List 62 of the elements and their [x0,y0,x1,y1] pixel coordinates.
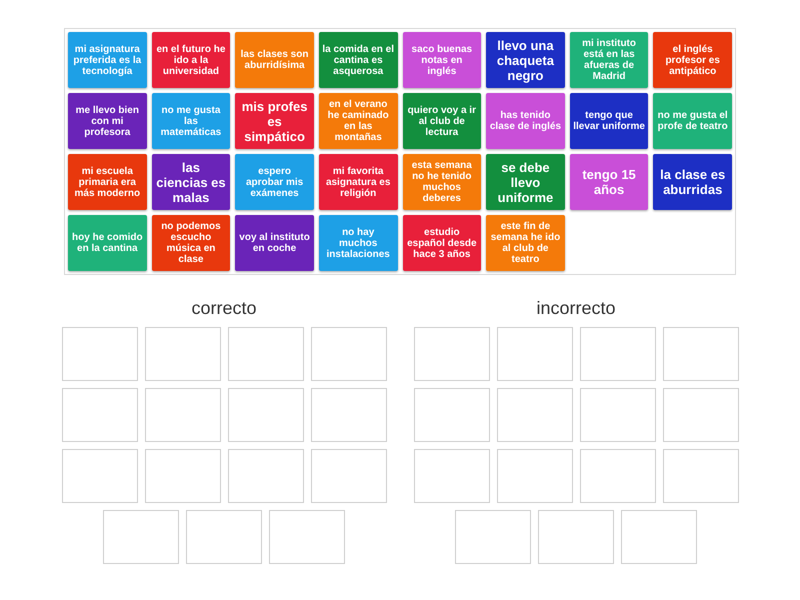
drop-slot[interactable] [228,327,304,381]
word-tile[interactable]: espero aprobar mis exámenes [235,154,314,210]
word-tile[interactable]: se debe llevo uniforme [486,154,565,210]
word-tile[interactable]: voy al instituto en coche [235,215,314,271]
drop-slot[interactable] [580,327,656,381]
word-tile[interactable]: el inglés profesor es antipático [653,32,732,88]
word-tile[interactable]: la comida en el cantina es asquerosa [318,32,398,88]
drop-slot[interactable] [228,449,304,503]
drop-slot[interactable] [580,449,656,503]
word-tile[interactable]: no me gusta las matemáticas [152,93,230,149]
word-tile[interactable]: mi favorita asignatura es religión [318,154,398,210]
drop-slot[interactable] [455,510,531,564]
group-title: correcto [191,297,257,320]
drop-slot[interactable] [662,388,738,442]
drop-slot[interactable] [62,327,138,381]
drop-slot[interactable] [103,510,179,564]
drop-slot[interactable] [414,388,490,442]
drop-slot[interactable] [496,327,572,381]
word-tile[interactable]: no me gusta el profe de teatro [653,93,732,149]
word-tile[interactable]: la clase es aburridas [653,154,732,210]
word-tile[interactable]: mi instituto está en las afueras de Madrid [570,32,648,88]
drop-slot[interactable] [414,449,490,503]
word-tile[interactable]: me llevo bien con mi profesora [68,93,147,149]
word-tile[interactable]: hoy he comido en la cantina [68,215,147,271]
word-tile[interactable]: saco buenas notas en inglés [402,32,482,88]
word-tile[interactable]: en el verano he caminado en las montañas [318,93,398,149]
drop-slot[interactable] [62,388,138,442]
drop-slot[interactable] [144,327,220,381]
word-tile[interactable]: estudio español desde hace 3 años [402,215,482,271]
drop-slot[interactable] [662,327,738,381]
word-tile[interactable]: las ciencias es malas [152,154,230,210]
drop-slot[interactable] [580,388,656,442]
drop-slot[interactable] [496,449,572,503]
drop-slot[interactable] [621,510,697,564]
word-tile[interactable]: esta semana no he tenido muchos deberes [402,154,482,210]
word-tile[interactable]: en el futuro he ido a la universidad [152,32,230,88]
word-tile[interactable]: mis profes es simpático [235,93,314,149]
drop-slot[interactable] [538,510,614,564]
word-tile[interactable]: no podemos escucho música en clase [152,215,230,271]
drop-slot[interactable] [186,510,262,564]
word-tile[interactable]: no hay muchos instalaciones [318,215,398,271]
word-tile[interactable]: quiero voy a ir al club de lectura [402,93,482,149]
word-tile[interactable]: mi asignatura preferida es la tecnología [68,32,147,88]
word-tile[interactable]: tengo que llevar uniforme [570,93,648,149]
word-tile[interactable]: las clases son aburridísima [235,32,314,88]
word-tile[interactable]: tengo 15 años [570,154,648,210]
drop-slot[interactable] [310,388,386,442]
drop-slot[interactable] [310,327,386,381]
drop-slot[interactable] [414,327,490,381]
group-title: incorrecto [536,297,616,320]
word-tile[interactable]: llevo una chaqueta negro [486,32,565,88]
word-tile[interactable]: mi escuela primaria era más moderno [68,154,147,210]
drop-slot[interactable] [228,388,304,442]
drop-slot[interactable] [662,449,738,503]
drop-slot[interactable] [62,449,138,503]
drop-slot[interactable] [496,388,572,442]
drop-slot[interactable] [269,510,345,564]
drop-slot[interactable] [310,449,386,503]
word-tile[interactable]: has tenido clase de inglés [486,93,565,149]
word-tile[interactable]: este fin de semana he ido al club de teatro [486,215,565,271]
drop-slot[interactable] [144,388,220,442]
drop-slot[interactable] [144,449,220,503]
